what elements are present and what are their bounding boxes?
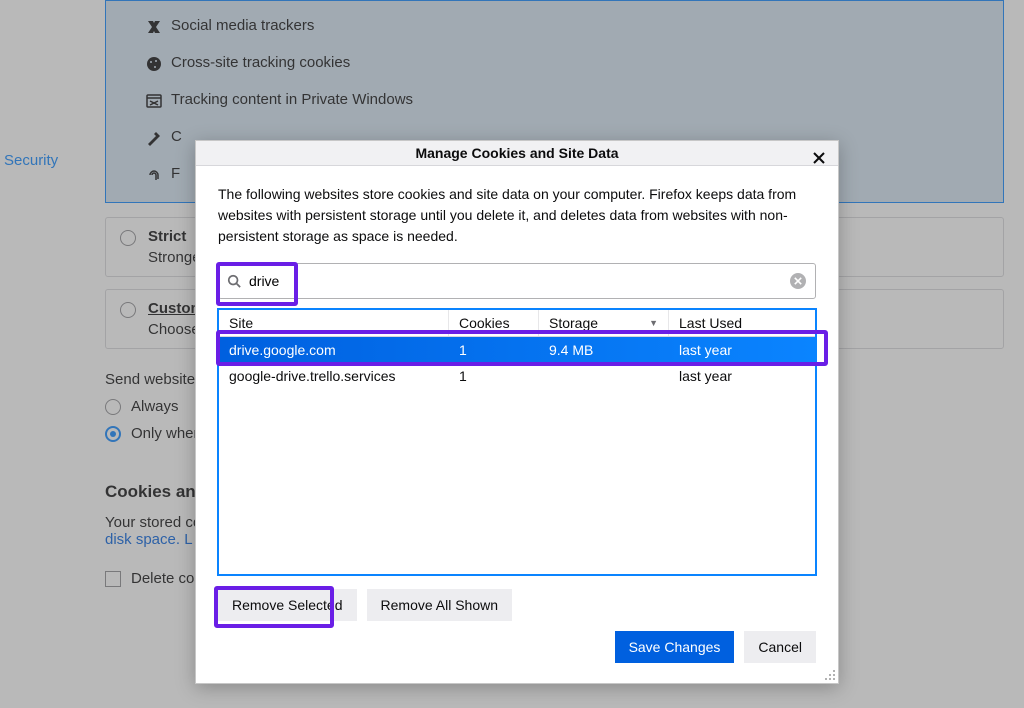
- cell-cookies: 1: [449, 337, 539, 363]
- column-header-site[interactable]: Site: [219, 310, 449, 336]
- column-header-storage[interactable]: Storage ▼: [539, 310, 669, 336]
- close-icon: [813, 152, 825, 164]
- manage-cookies-dialog: Manage Cookies and Site Data The followi…: [195, 140, 839, 684]
- sort-descending-icon: ▼: [649, 318, 658, 328]
- close-icon: [794, 277, 802, 285]
- search-websites-input[interactable]: [218, 263, 816, 299]
- column-header-cookies[interactable]: Cookies: [449, 310, 539, 336]
- cell-site: drive.google.com: [219, 337, 449, 363]
- cell-last-used: last year: [669, 363, 815, 389]
- remove-selected-button[interactable]: Remove Selected: [218, 589, 357, 621]
- cell-cookies: 1: [449, 363, 539, 389]
- close-button[interactable]: [810, 149, 828, 167]
- clear-search-button[interactable]: [790, 273, 806, 289]
- dialog-intro-text: The following websites store cookies and…: [218, 184, 816, 247]
- cell-site: google-drive.trello.services: [219, 363, 449, 389]
- dialog-header: Manage Cookies and Site Data: [196, 141, 838, 166]
- remove-all-shown-button[interactable]: Remove All Shown: [367, 589, 513, 621]
- remove-buttons-row: Remove Selected Remove All Shown: [218, 589, 816, 621]
- column-header-label: Storage: [549, 315, 598, 331]
- cell-last-used: last year: [669, 337, 815, 363]
- dialog-title: Manage Cookies and Site Data: [415, 145, 618, 161]
- cell-storage: 9.4 MB: [539, 337, 669, 363]
- dialog-body: The following websites store cookies and…: [196, 166, 838, 631]
- search-field-wrap: [218, 263, 816, 299]
- cancel-button[interactable]: Cancel: [744, 631, 816, 663]
- sites-table: Site Cookies Storage ▼ Last Used drive.g…: [218, 309, 816, 575]
- dialog-footer: Save Changes Cancel: [196, 631, 838, 683]
- save-changes-button[interactable]: Save Changes: [615, 631, 735, 663]
- table-row[interactable]: drive.google.com 1 9.4 MB last year: [219, 337, 815, 363]
- resize-grip-icon[interactable]: [824, 669, 836, 681]
- cell-storage: [539, 363, 669, 389]
- table-header: Site Cookies Storage ▼ Last Used: [219, 310, 815, 337]
- table-row[interactable]: google-drive.trello.services 1 last year: [219, 363, 815, 389]
- search-icon: [227, 274, 241, 288]
- column-header-last-used[interactable]: Last Used: [669, 310, 815, 336]
